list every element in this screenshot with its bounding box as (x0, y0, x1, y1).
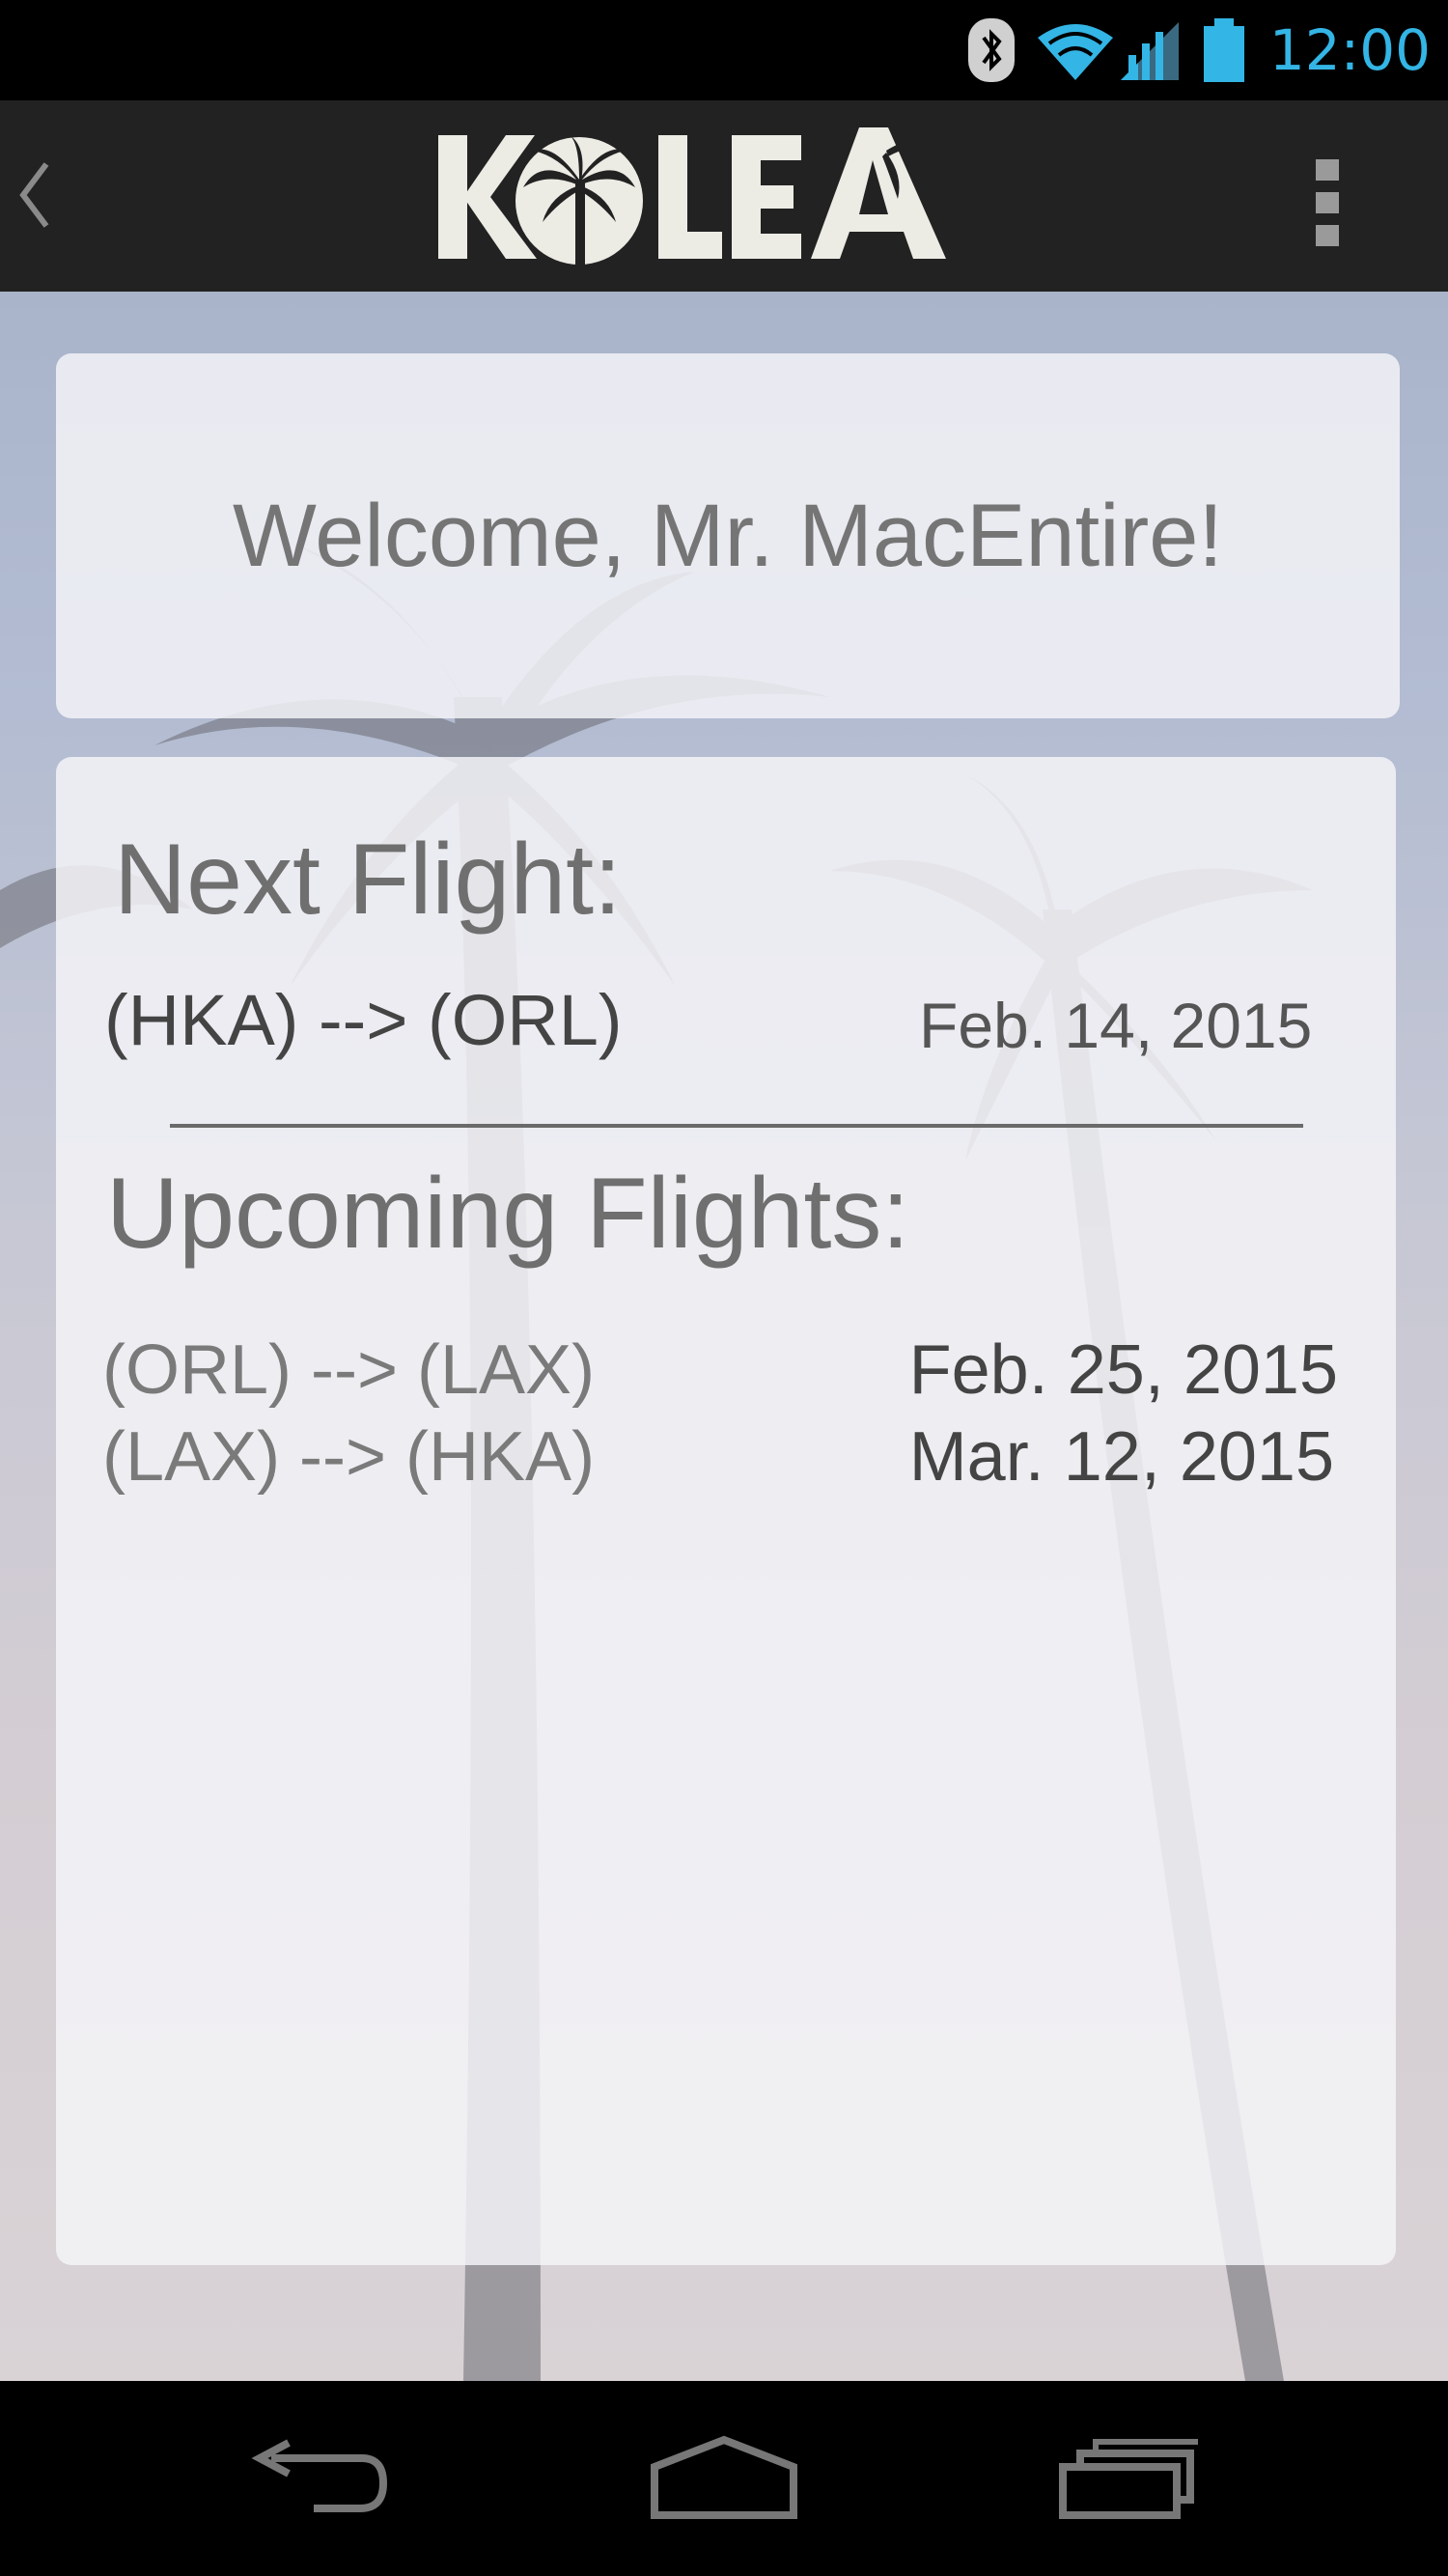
main-content: Welcome, Mr. MacEntire! Next Flight: (HK… (0, 292, 1448, 2381)
nav-recent-apps-button[interactable] (1033, 2420, 1226, 2535)
upcoming-flight-date[interactable]: Feb. 25, 2015 (759, 1330, 1338, 1410)
welcome-card: Welcome, Mr. MacEntire! (56, 353, 1400, 718)
navigation-bar (0, 2381, 1448, 2576)
next-flight-date[interactable]: Feb. 14, 2015 (919, 989, 1312, 1062)
welcome-message: Welcome, Mr. MacEntire! (233, 486, 1223, 585)
wifi-icon (1037, 24, 1113, 80)
home-icon (651, 2435, 797, 2519)
overflow-menu-icon[interactable] (1308, 154, 1347, 250)
bluetooth-icon (967, 18, 1015, 82)
upcoming-flight-date[interactable]: Mar. 12, 2015 (755, 1417, 1334, 1497)
upcoming-flights-title: Upcoming Flights: (106, 1158, 910, 1270)
next-flight-route[interactable]: (HKA) --> (ORL) (104, 979, 623, 1061)
upcoming-flight-route[interactable]: (ORL) --> (LAX) (102, 1330, 595, 1410)
status-time: 12:00 (1268, 17, 1431, 83)
divider (170, 1124, 1303, 1128)
status-bar: 12:00 (0, 0, 1448, 100)
battery-icon (1203, 18, 1244, 82)
back-icon (251, 2439, 388, 2512)
nav-home-button[interactable] (627, 2420, 821, 2535)
action-bar (0, 100, 1448, 295)
next-flight-title: Next Flight: (114, 824, 622, 936)
chevron-left-icon[interactable] (15, 156, 54, 234)
upcoming-flight-route[interactable]: (LAX) --> (HKA) (102, 1417, 595, 1497)
signal-icon (1120, 22, 1179, 80)
status-icons: 12:00 (966, 0, 1448, 100)
recent-apps-icon (1059, 2439, 1198, 2519)
kolea-logo (438, 127, 946, 265)
nav-back-button[interactable] (222, 2420, 415, 2535)
flights-card: Next Flight: (HKA) --> (ORL) Feb. 14, 20… (56, 757, 1396, 2265)
